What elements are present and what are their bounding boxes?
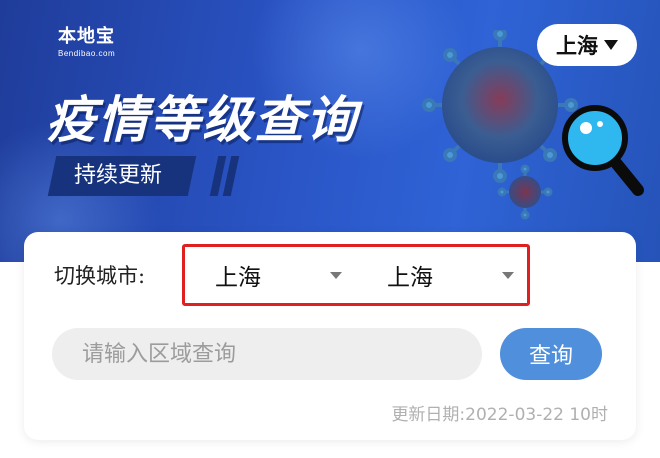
- current-city-button[interactable]: 上海: [537, 24, 637, 66]
- dropdown-arrow-icon: [502, 271, 514, 279]
- dropdown-arrow-icon: [330, 271, 342, 279]
- logo-text: 本地宝: [58, 26, 115, 47]
- banner-subtag: 持续更新: [47, 156, 197, 196]
- bendibao-logo: 本地宝 Bendibao.com: [58, 22, 115, 58]
- banner-headline: 疫情等级查询: [46, 91, 358, 149]
- province-select-value: 上海: [215, 265, 261, 291]
- city-select[interactable]: 上海: [357, 247, 522, 303]
- virus-small-icon: [497, 164, 553, 220]
- city-select-value: 上海: [387, 265, 433, 291]
- province-select[interactable]: 上海: [185, 247, 350, 303]
- magnifier-icon: [562, 105, 644, 196]
- caret-down-icon: [604, 40, 618, 50]
- update-date: 更新日期:2022-03-22 10时: [391, 405, 608, 425]
- banner-stripes: [209, 156, 240, 196]
- banner-subtag-text: 持续更新: [74, 163, 163, 188]
- banner: 本地宝 Bendibao.com 疫情等级查询 持续更新 上海: [0, 0, 660, 262]
- current-city-label: 上海: [556, 34, 598, 58]
- area-search-input[interactable]: [52, 328, 482, 380]
- city-select-group: 上海 上海: [182, 244, 530, 306]
- search-button[interactable]: 查询: [500, 328, 602, 380]
- logo-subtext: Bendibao.com: [58, 49, 116, 58]
- switch-city-label: 切换城市:: [54, 264, 146, 288]
- query-card: 切换城市: 上海 上海 查询 更新日期:2022-03-22 10时: [24, 232, 636, 440]
